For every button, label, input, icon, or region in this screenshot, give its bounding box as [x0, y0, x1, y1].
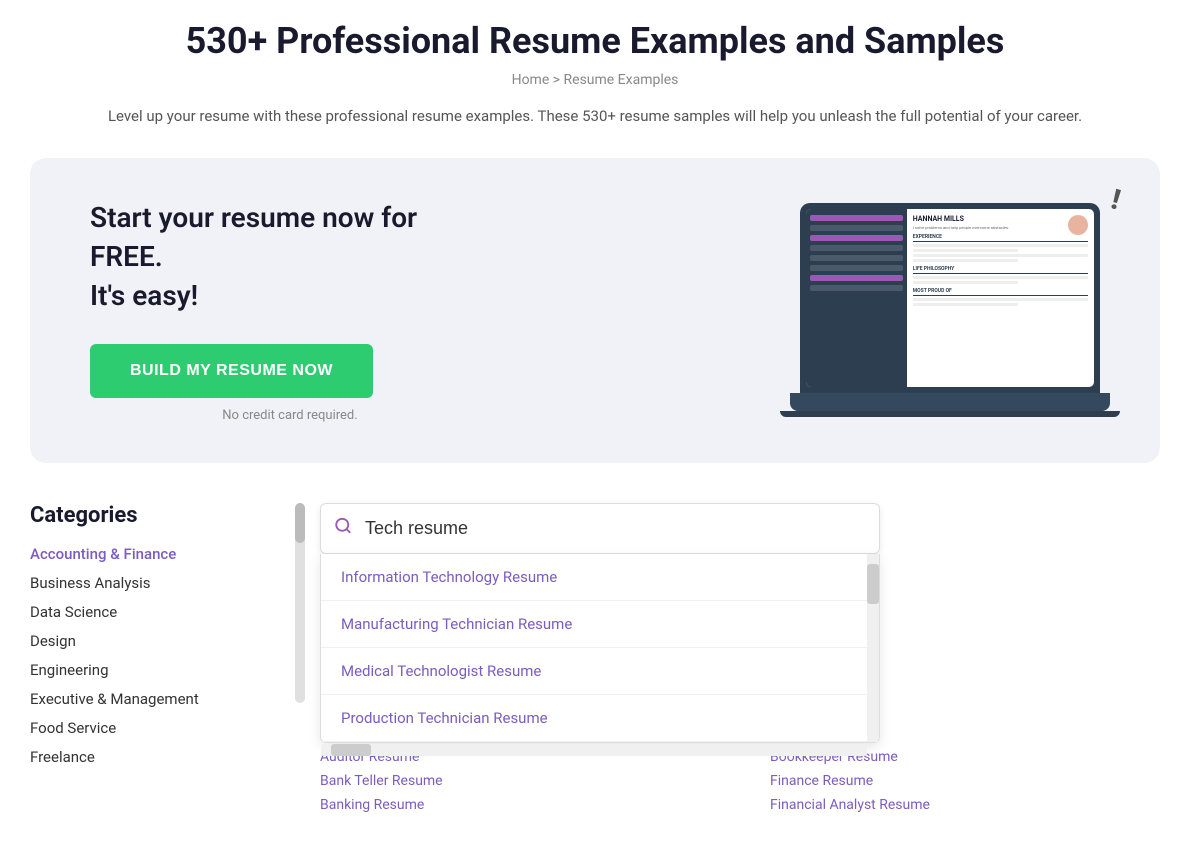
- list-item: Accounting & Finance: [30, 544, 290, 563]
- sidebar-item-engineering[interactable]: Engineering: [30, 661, 109, 679]
- sidebar-item-freelance[interactable]: Freelance: [30, 748, 95, 766]
- content-area: Categories Accounting & Finance Business…: [30, 503, 1160, 813]
- resume-link-financialanalyst[interactable]: Financial Analyst Resume: [770, 797, 1160, 813]
- dropdown-scrollbar-thumb[interactable]: [867, 564, 879, 604]
- list-item: Executive & Management: [30, 689, 290, 708]
- category-list: Accounting & Finance Business Analysis D…: [30, 544, 290, 766]
- sidebar-item-design[interactable]: Design: [30, 632, 76, 650]
- resume-links-grid: Auditor Resume Bookkeeper Resume Bank Te…: [320, 749, 1160, 813]
- page-subtitle: Level up your resume with these professi…: [30, 104, 1160, 128]
- hero-section: Start your resume now for FREE. It's eas…: [30, 158, 1160, 463]
- dropdown-item-production[interactable]: Production Technician Resume: [321, 695, 879, 742]
- laptop-mockup: HANNAH MILLS I solve problems and help p…: [800, 203, 1100, 417]
- page-title: 530+ Professional Resume Examples and Sa…: [30, 20, 1160, 62]
- dropdown-hscrollbar[interactable]: [321, 744, 867, 756]
- dropdown-hscrollbar-thumb[interactable]: [331, 744, 371, 756]
- resume-link-banking[interactable]: Banking Resume: [320, 797, 710, 813]
- search-dropdown: Information Technology Resume Manufactur…: [320, 554, 880, 743]
- list-item: Freelance: [30, 747, 290, 766]
- list-item: Engineering: [30, 660, 290, 679]
- search-icon: [334, 517, 352, 540]
- dropdown-scrollbar[interactable]: [867, 554, 879, 742]
- categories-title: Categories: [30, 503, 290, 528]
- resume-link-finance[interactable]: Finance Resume: [770, 773, 1160, 789]
- list-item: Business Analysis: [30, 573, 290, 592]
- list-item: Food Service: [30, 718, 290, 737]
- sidebar-scrollbar[interactable]: [295, 503, 305, 703]
- search-wrapper: Information Technology Resume Manufactur…: [320, 503, 1160, 554]
- sidebar-item-executive[interactable]: Executive & Management: [30, 690, 199, 708]
- dropdown-item-manufacturing[interactable]: Manufacturing Technician Resume: [321, 601, 879, 648]
- dropdown-item-medical[interactable]: Medical Technologist Resume: [321, 648, 879, 695]
- dropdown-item-it[interactable]: Information Technology Resume: [321, 554, 879, 601]
- sidebar-item-datascience[interactable]: Data Science: [30, 603, 117, 621]
- left-sidebar: Categories Accounting & Finance Business…: [30, 503, 290, 813]
- list-item: Data Science: [30, 602, 290, 621]
- hero-tagline: Start your resume now for FREE. It's eas…: [90, 198, 490, 316]
- sidebar-item-business[interactable]: Business Analysis: [30, 574, 151, 592]
- sidebar-item-foodservice[interactable]: Food Service: [30, 719, 116, 737]
- resume-link-bankteller[interactable]: Bank Teller Resume: [320, 773, 710, 789]
- main-content: Information Technology Resume Manufactur…: [320, 503, 1160, 813]
- build-resume-button[interactable]: BUILD MY RESUME NOW: [90, 344, 373, 398]
- sidebar-item-accounting[interactable]: Accounting & Finance: [30, 545, 176, 563]
- hero-laptop-image: !: [800, 203, 1100, 417]
- no-credit-text: No credit card required.: [90, 408, 490, 423]
- hero-left: Start your resume now for FREE. It's eas…: [90, 198, 490, 423]
- search-input[interactable]: [320, 503, 880, 554]
- sidebar-scrollbar-thumb[interactable]: [295, 503, 305, 543]
- decoration-exclamation: !: [1108, 183, 1124, 217]
- list-item: Design: [30, 631, 290, 650]
- breadcrumb: Home > Resume Examples: [30, 72, 1160, 88]
